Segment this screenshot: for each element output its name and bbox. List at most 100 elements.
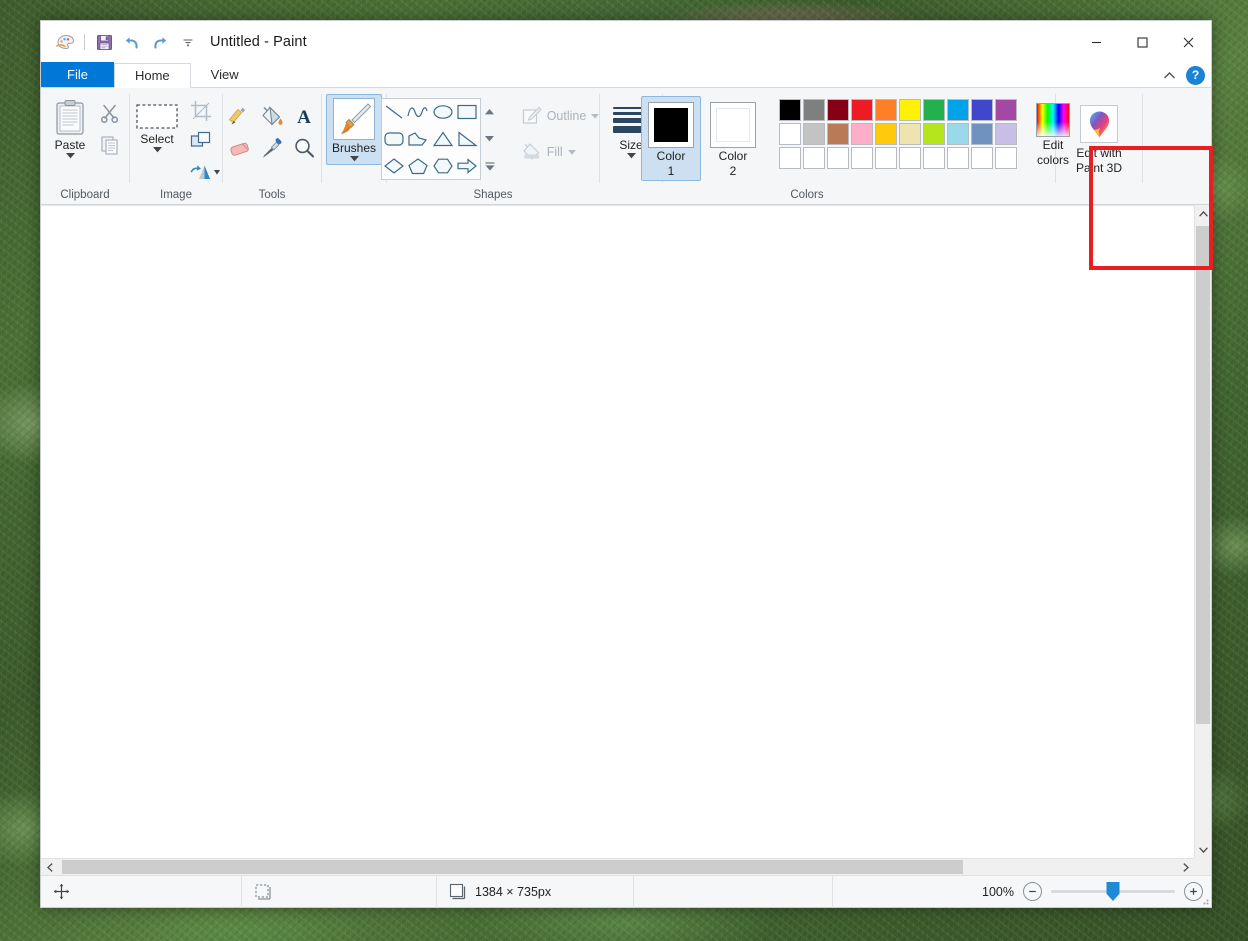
text-a-icon: A [293, 105, 315, 127]
minimize-button[interactable] [1073, 21, 1119, 63]
color-swatch-r2-c9[interactable] [971, 123, 993, 145]
outline-button[interactable]: Outline [516, 102, 606, 130]
color-swatch-r2-c6[interactable] [899, 123, 921, 145]
collapse-ribbon-chevron-up-icon[interactable] [1158, 65, 1180, 85]
zoom-slider[interactable] [1051, 883, 1175, 901]
color-swatch-r2-c2[interactable] [803, 123, 825, 145]
color-swatch-r2-c3[interactable] [827, 123, 849, 145]
shape-line[interactable] [382, 99, 407, 126]
scroll-right-chevron-right-icon[interactable] [1177, 859, 1194, 875]
tool-fill-with-color[interactable] [256, 100, 288, 132]
crop-button[interactable] [186, 96, 216, 126]
color-2-button[interactable]: Color 2 [703, 96, 763, 181]
color-swatch-r1-c5[interactable] [875, 99, 897, 121]
color-swatch-r2-c5[interactable] [875, 123, 897, 145]
brushes-button[interactable]: Brushes [326, 94, 382, 165]
canvas-sheet[interactable] [41, 206, 1194, 858]
select-button[interactable]: Select [128, 96, 186, 154]
shapes-scroll-up-caret-up-icon[interactable] [482, 98, 498, 125]
shape-curve[interactable] [406, 99, 431, 126]
pencil-icon [229, 105, 251, 127]
color-swatch-r1-c1[interactable] [779, 99, 801, 121]
tool-text[interactable]: A [288, 100, 320, 132]
tool-pencil[interactable] [224, 100, 256, 132]
paint-palette-icon[interactable] [52, 29, 78, 55]
tab-view[interactable]: View [191, 62, 259, 87]
zoom-slider-thumb[interactable] [1107, 882, 1120, 901]
color-swatch-r1-c7[interactable] [923, 99, 945, 121]
color-swatch-r1-c6[interactable] [899, 99, 921, 121]
shape-hexagon[interactable] [431, 152, 456, 179]
scroll-left-chevron-left-icon[interactable] [41, 859, 58, 875]
shape-right-arrow[interactable] [455, 152, 480, 179]
edit-with-paint-3d-button[interactable]: Edit with Paint 3D [1069, 98, 1129, 176]
color-swatch-r3-c2[interactable] [803, 147, 825, 169]
color-swatch-r3-c8[interactable] [947, 147, 969, 169]
color-swatch-r1-c3[interactable] [827, 99, 849, 121]
help-button[interactable]: ? [1186, 66, 1205, 85]
color-swatch-r1-c9[interactable] [971, 99, 993, 121]
maximize-button[interactable] [1119, 21, 1165, 63]
color-swatch-r3-c9[interactable] [971, 147, 993, 169]
fill-button[interactable]: Fill [516, 138, 606, 166]
color-swatch-r1-c2[interactable] [803, 99, 825, 121]
color-swatch-r3-c5[interactable] [875, 147, 897, 169]
vertical-scroll-track[interactable] [1195, 222, 1211, 841]
caret-down-icon [591, 114, 599, 119]
color-swatch-r3-c10[interactable] [995, 147, 1017, 169]
color-swatch-r1-c8[interactable] [947, 99, 969, 121]
resize-button[interactable] [186, 126, 216, 156]
horizontal-scroll-thumb[interactable] [62, 860, 963, 874]
color-swatch-r2-c8[interactable] [947, 123, 969, 145]
scroll-down-chevron-down-icon[interactable] [1195, 841, 1211, 858]
rotate-triangle-icon [190, 161, 220, 181]
color-swatch-r2-c7[interactable] [923, 123, 945, 145]
copy-button[interactable] [94, 130, 124, 160]
resize-grip-icon[interactable] [1199, 895, 1209, 905]
horizontal-scrollbar[interactable] [41, 858, 1194, 875]
color-swatch-r2-c1[interactable] [779, 123, 801, 145]
shapes-expand-gallery-icon[interactable] [482, 153, 498, 180]
shape-rounded-rectangle[interactable] [382, 126, 407, 153]
scroll-up-chevron-up-icon[interactable] [1195, 205, 1211, 222]
color-swatch-r3-c7[interactable] [923, 147, 945, 169]
color-swatch-r3-c4[interactable] [851, 147, 873, 169]
shape-polygon[interactable] [406, 126, 431, 153]
tab-file[interactable]: File [41, 62, 114, 87]
color-swatch-r2-c10[interactable] [995, 123, 1017, 145]
color-swatch-r1-c4[interactable] [851, 99, 873, 121]
qat-customize-chevron-down-icon[interactable] [175, 29, 201, 55]
rotate-button[interactable] [186, 156, 224, 186]
zoom-out-button[interactable] [1023, 882, 1042, 901]
color-1-button[interactable]: Color 1 [641, 96, 701, 181]
shape-rectangle[interactable] [455, 99, 480, 126]
horizontal-scroll-track[interactable] [58, 859, 1177, 875]
shape-triangle[interactable] [431, 126, 456, 153]
close-button[interactable] [1165, 21, 1211, 63]
shapes-scroll-down-caret-down-icon[interactable] [482, 125, 498, 152]
vertical-scrollbar[interactable] [1194, 205, 1211, 858]
tab-home[interactable]: Home [114, 63, 191, 88]
drawing-canvas[interactable] [41, 205, 1194, 858]
color-swatch-r2-c4[interactable] [851, 123, 873, 145]
color-swatch-r3-c3[interactable] [827, 147, 849, 169]
shape-oval[interactable] [431, 99, 456, 126]
shape-pentagon[interactable] [406, 152, 431, 179]
color-swatch-r3-c6[interactable] [899, 147, 921, 169]
tool-magnifier[interactable] [288, 132, 320, 164]
color-1-label-bottom: 1 [668, 165, 675, 178]
undo-arrow-icon[interactable] [119, 29, 145, 55]
size-label: Size [619, 139, 642, 152]
color-swatch-r3-c1[interactable] [779, 147, 801, 169]
tool-eraser[interactable] [224, 132, 256, 164]
tool-color-picker[interactable] [256, 132, 288, 164]
vertical-scroll-thumb[interactable] [1196, 226, 1210, 724]
shape-diamond[interactable] [382, 152, 407, 179]
save-button[interactable] [91, 29, 117, 55]
palette-row-2 [779, 123, 1017, 145]
redo-arrow-icon[interactable] [147, 29, 173, 55]
shape-right-triangle[interactable] [455, 126, 480, 153]
cut-button[interactable] [94, 98, 124, 128]
paste-button[interactable]: Paste [46, 94, 94, 160]
color-swatch-r1-c10[interactable] [995, 99, 1017, 121]
